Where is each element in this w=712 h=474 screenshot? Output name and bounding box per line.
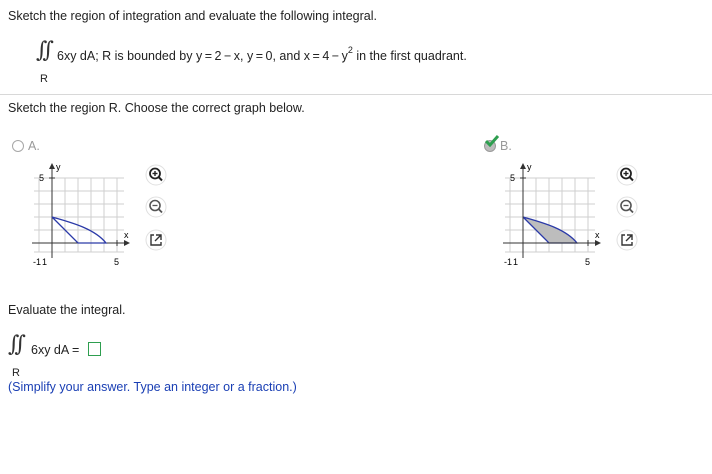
tick-label-top: 5 [510,173,515,183]
integral-sign: ∫∫ [36,38,54,63]
region-subscript: R [40,73,48,85]
y-axis-arrow [49,163,55,169]
tick-label-left: -1 [33,257,41,267]
tick-label-right: 5 [585,257,590,267]
tick-label-origin: 1 [513,257,518,267]
integral-text: 6xy dA; R is bounded by y = 2 − x, y = 0… [57,49,348,64]
option-a-radio[interactable] [12,140,24,152]
graph-grid [34,177,124,253]
answer-region-subscript: R [12,367,20,379]
y-axis-label: y [56,162,61,172]
part2-prompt: Evaluate the integral. [8,303,126,317]
answer-input[interactable] [88,342,101,356]
x-axis-label: x [595,230,600,240]
double-integral: ∫∫ [36,38,54,63]
part1-prompt: Sketch the region R. Choose the correct … [8,101,305,115]
zoom-out-icon[interactable] [145,196,167,218]
popout-icon[interactable] [145,229,167,251]
question-prompt: Sketch the region of integration and eva… [8,9,377,23]
option-b-graph[interactable]: y x 5 -1 1 5 [495,160,607,272]
answer-integral: ∫∫ [8,332,26,357]
answer-hint: (Simplify your answer. Type an integer o… [8,380,297,394]
section-divider [0,94,712,95]
option-b-label[interactable]: B. [500,139,512,153]
y-axis-arrow [520,163,526,169]
checkmark-icon [485,135,499,147]
x-axis-label: x [124,230,129,240]
answer-integrand: 6xy dA = [31,343,80,357]
integral-exponent: 2 [347,45,353,55]
popout-icon[interactable] [616,229,638,251]
y-axis-label: y [527,162,532,172]
integral-statement: 6xy dA; R is bounded by y = 2 − x, y = 0… [57,45,467,64]
tick-label-right: 5 [114,257,119,267]
x-axis-arrow [595,240,601,246]
option-a-label[interactable]: A. [28,139,40,153]
zoom-in-icon[interactable] [616,164,638,186]
x-axis-arrow [124,240,130,246]
zoom-out-icon[interactable] [616,196,638,218]
zoom-in-icon[interactable] [145,164,167,186]
tick-label-left: -1 [504,257,512,267]
integral-sign: ∫∫ [8,332,26,357]
integral-tail: in the first quadrant. [352,49,467,64]
tick-label-origin: 1 [42,257,47,267]
tick-label-top: 5 [39,173,44,183]
option-a-graph[interactable]: y x 5 -1 1 5 [24,160,136,272]
